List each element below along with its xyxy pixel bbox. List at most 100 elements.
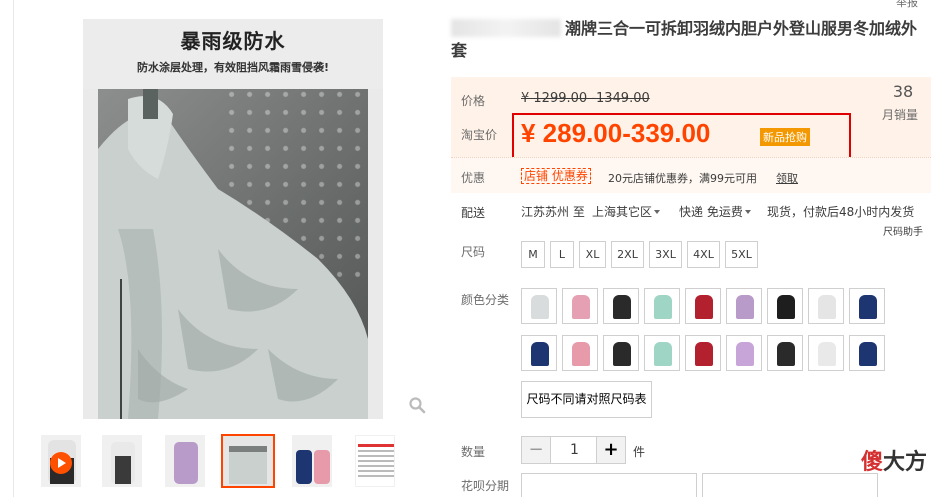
color-swatch[interactable] <box>521 335 557 371</box>
color-swatch[interactable] <box>808 288 844 324</box>
store-coupon-tag: 店铺 优惠券 <box>521 168 591 184</box>
swatch-coat-image <box>777 295 795 319</box>
coupon-description: 20元店铺优惠券，满99元可用 <box>608 172 757 185</box>
size-chart-button[interactable]: 尺码不同请对照尺码表 <box>521 381 652 418</box>
quantity-label: 数量 <box>461 445 486 459</box>
thumbnail-video[interactable] <box>41 435 81 487</box>
swatch-coat-image <box>531 295 549 319</box>
thumbnail-coat-image <box>111 442 135 484</box>
color-swatch[interactable] <box>685 288 721 324</box>
watermark-logo: 傻大方 <box>861 444 927 476</box>
taobao-price: ¥ 289.00-339.00 <box>521 118 711 148</box>
watermark-black: 大方 <box>883 450 928 475</box>
quantity-increase-button[interactable]: + <box>596 437 625 463</box>
size-option-2xl[interactable]: 2XL <box>611 241 644 268</box>
chevron-down-icon <box>744 210 751 214</box>
thumbnail-couple[interactable] <box>292 435 332 487</box>
promo-row: 优惠 店铺 优惠券 20元店铺优惠券，满99元可用 领取 <box>451 157 931 193</box>
swatch-coat-image <box>695 295 713 319</box>
size-label: 尺码 <box>461 245 486 259</box>
size-option-3xl[interactable]: 3XL <box>649 241 682 268</box>
swatch-coat-image <box>654 295 672 319</box>
size-option-m[interactable]: M <box>521 241 545 268</box>
thumbnail-table-image <box>358 444 394 477</box>
swatch-coat-image <box>818 342 836 366</box>
swatch-coat-image <box>859 342 877 366</box>
ship-method-text: 快递 免运费 <box>679 205 743 219</box>
monthly-sales-label: 月销量 <box>882 108 919 122</box>
color-swatch[interactable] <box>644 335 680 371</box>
quantity-stepper: − 1 + <box>521 436 626 464</box>
quantity-unit: 件 <box>633 445 646 459</box>
ship-to-select[interactable]: 上海其它区 <box>592 203 661 220</box>
size-helper-link[interactable]: 尺码助手 <box>883 223 923 238</box>
image-subline: 防水涂层处理，有效阻挡风霜雨雪侵袭! <box>136 61 329 74</box>
swatch-coat-image <box>859 295 877 319</box>
shipping-label: 配送 <box>461 206 486 220</box>
page-left-border <box>13 0 14 497</box>
report-link[interactable]: 举报 <box>896 0 918 10</box>
thumbnail-size-table[interactable] <box>355 435 395 487</box>
monthly-sales-count: 38 <box>892 82 914 101</box>
color-swatch[interactable] <box>849 335 885 371</box>
thumbnail-purple-coat[interactable] <box>165 435 205 487</box>
swatch-coat-image <box>818 295 836 319</box>
color-swatch[interactable] <box>603 288 639 324</box>
swatch-coat-image <box>572 295 590 319</box>
watermark-red: 傻 <box>861 450 884 475</box>
color-swatch[interactable] <box>603 335 639 371</box>
color-swatch[interactable] <box>767 335 803 371</box>
swatch-coat-image <box>613 342 631 366</box>
swatch-coat-image <box>572 342 590 366</box>
color-swatch[interactable] <box>521 288 557 324</box>
chevron-down-icon <box>654 210 661 214</box>
product-title: 潮牌三合一可拆卸羽绒内胆户外登山服男冬加绒外套 <box>451 18 931 62</box>
thumbnail-coat-image <box>174 442 198 484</box>
original-price: ¥ 1299.00 -1349.00 <box>521 91 650 106</box>
jacket-illustration <box>98 89 368 419</box>
color-swatch[interactable] <box>562 335 598 371</box>
color-swatch[interactable] <box>767 288 803 324</box>
color-swatch[interactable] <box>685 335 721 371</box>
swatch-coat-image <box>654 342 672 366</box>
color-swatch[interactable] <box>726 335 762 371</box>
zoom-icon[interactable] <box>408 396 426 414</box>
size-option-l[interactable]: L <box>550 241 574 268</box>
color-swatch[interactable] <box>644 288 680 324</box>
swatch-coat-image <box>613 295 631 319</box>
swatch-coat-image <box>695 342 713 366</box>
installment-label: 花呗分期 <box>461 479 510 493</box>
color-label: 颜色分类 <box>461 293 510 307</box>
size-option-5xl[interactable]: 5XL <box>725 241 758 268</box>
size-option-4xl[interactable]: 4XL <box>687 241 720 268</box>
color-swatch[interactable] <box>849 288 885 324</box>
installment-option-2[interactable] <box>702 473 878 497</box>
swatch-coat-image <box>736 295 754 319</box>
price-panel: 价格 ¥ 1299.00 -1349.00 淘宝价 ¥ 289.00-339.0… <box>451 77 931 160</box>
quantity-input[interactable]: 1 <box>551 437 598 463</box>
play-icon[interactable] <box>50 452 72 474</box>
ship-from: 江苏苏州 至 <box>521 205 585 219</box>
claim-coupon-link[interactable]: 领取 <box>776 170 798 186</box>
installment-option-1[interactable] <box>521 473 697 497</box>
price-label: 价格 <box>461 94 486 108</box>
main-product-image[interactable]: 暴雨级防水 防水涂层处理，有效阻挡风霜雨雪侵袭! <box>83 19 383 419</box>
quantity-decrease-button[interactable]: − <box>522 437 551 463</box>
thumbnail-white-coat[interactable] <box>102 435 142 487</box>
color-swatch[interactable] <box>726 288 762 324</box>
promo-label: 优惠 <box>461 171 486 185</box>
thumbnail-detail-active[interactable] <box>221 434 275 488</box>
jacket-photo <box>98 89 368 419</box>
ship-method-select[interactable]: 快递 免运费 <box>679 203 751 220</box>
color-swatch[interactable] <box>562 288 598 324</box>
swatch-coat-image <box>736 342 754 366</box>
stock-status: 现货，付款后48小时内发货 <box>767 205 915 219</box>
new-product-badge: 新品抢购 <box>760 128 810 146</box>
image-headline: 暴雨级防水 <box>180 29 286 53</box>
thumbnail-coat-image <box>296 450 330 484</box>
ship-to-text: 上海其它区 <box>592 205 653 219</box>
color-swatch[interactable] <box>808 335 844 371</box>
size-option-xl[interactable]: XL <box>579 241 606 268</box>
swatch-coat-image <box>777 342 795 366</box>
blurred-brand <box>451 19 561 37</box>
